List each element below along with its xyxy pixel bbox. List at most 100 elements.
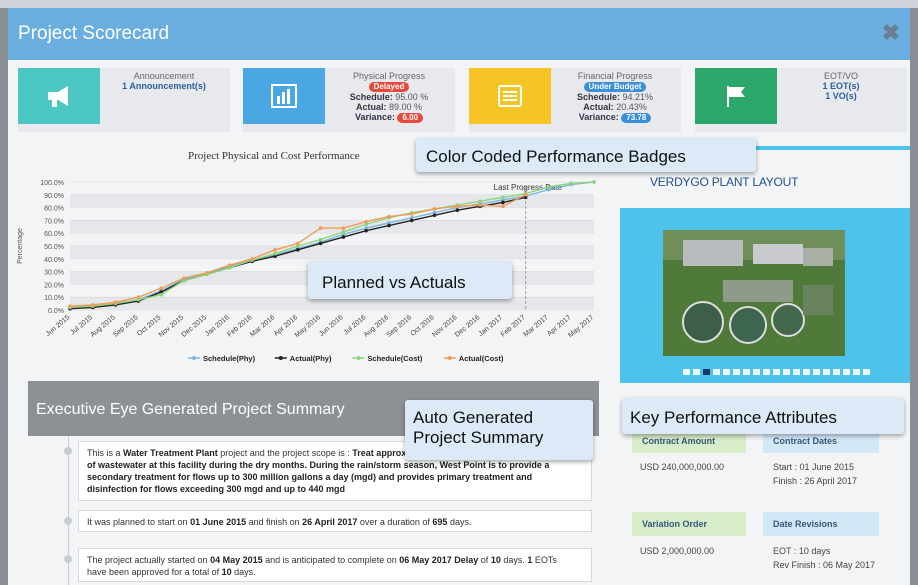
announcement-card[interactable]: Announcement 1 Announcement(s) <box>18 68 230 132</box>
x-tick-label: Jun 2015 <box>45 314 72 338</box>
physical-actual-label: Actual: <box>355 102 387 112</box>
auto-summary-line2: Project Summary <box>413 428 544 447</box>
eot-vo-title: EOT/VO <box>823 71 858 81</box>
timeline-dot <box>64 447 72 455</box>
variation-order-header: Variation Order <box>632 512 746 536</box>
kpa-callout: Key Performance Attributes <box>622 398 904 434</box>
y-tick-label: 90.0% <box>44 193 64 200</box>
announcement-count[interactable]: 1 Announcement(s) <box>104 81 224 91</box>
y-tick-label: 60.0% <box>44 231 64 238</box>
summary-text: The project actually started on <box>87 555 211 565</box>
contract-amount-value: USD 240,000,000.00 <box>640 462 725 472</box>
data-point <box>387 223 391 228</box>
revision-eot: EOT : 10 days <box>773 546 831 556</box>
slider-dot[interactable] <box>723 369 730 375</box>
y-tick-label: 50.0% <box>44 244 64 251</box>
data-point <box>592 180 596 184</box>
anticipated-finish: 06 May 2017 <box>399 555 452 565</box>
slider-dot[interactable] <box>813 369 820 375</box>
y-tick-label: 0.0% <box>48 308 64 315</box>
planned-duration: 695 <box>432 517 448 527</box>
data-point <box>409 212 414 216</box>
slider-dot[interactable] <box>753 369 760 375</box>
slider-dot[interactable] <box>863 369 870 375</box>
x-tick-label: May 2017 <box>567 314 595 339</box>
data-point <box>182 276 186 280</box>
legend-marker <box>192 356 196 360</box>
data-point <box>501 200 505 205</box>
data-point <box>478 203 482 207</box>
data-point <box>68 304 72 308</box>
summary-text: over a duration of <box>357 517 433 527</box>
slider-dot[interactable] <box>743 369 750 375</box>
physical-schedule: 95.00 % <box>395 92 429 102</box>
megaphone-icon <box>18 68 100 124</box>
x-tick-label: May 2016 <box>294 314 322 339</box>
slider-dot[interactable] <box>713 369 720 375</box>
x-tick-label: Sep 2016 <box>386 314 414 339</box>
contract-start: Start : 01 June 2015 <box>773 462 855 472</box>
scorecard-modal: Project Scorecard ✖ Announcement 1 Annou… <box>8 8 910 585</box>
slider-dot[interactable] <box>793 369 800 375</box>
summary-text: EOTs <box>532 555 557 565</box>
eot-count[interactable]: 1 EOT(s) <box>781 81 901 91</box>
summary-text: days. <box>231 567 256 577</box>
financial-schedule: 94.21% <box>622 92 654 102</box>
last-progress-label: Last Progress Date <box>494 183 563 192</box>
data-point <box>478 199 482 203</box>
data-point <box>546 185 551 189</box>
data-point <box>523 193 528 197</box>
data-point <box>204 271 209 275</box>
vo-count[interactable]: 1 VO(s) <box>781 91 901 101</box>
close-icon[interactable]: ✖ <box>882 20 900 46</box>
physical-progress-card[interactable]: Physical Progress Delayed Schedule: 95.0… <box>243 68 455 132</box>
summary-title: Executive Eye Generated Project Summary <box>36 401 345 418</box>
y-tick-label: 80.0% <box>44 206 64 213</box>
y-tick-label: 20.0% <box>44 282 64 289</box>
summary-actual-paragraph: The project actually started on 04 May 2… <box>78 548 592 582</box>
financial-schedule-label: Schedule: <box>576 92 620 102</box>
summary-text: It was planned to start on <box>87 517 191 527</box>
background-strip <box>0 0 918 8</box>
grid-band <box>70 220 594 234</box>
contract-finish: Finish : 26 April 2017 <box>773 476 858 486</box>
legend-label: Actual(Cost) <box>459 354 504 363</box>
slider-dot[interactable] <box>823 369 830 375</box>
slider-dot[interactable] <box>843 369 850 375</box>
badges-callout: Color Coded Performance Badges <box>416 138 756 172</box>
financial-title: Financial Progress <box>577 71 653 81</box>
slider-dot[interactable] <box>763 369 770 375</box>
slider-dot[interactable] <box>803 369 810 375</box>
plant-layout-title: VERDYGO PLANT LAYOUT <box>650 175 799 189</box>
financial-info: Financial Progress Under Budget Schedule… <box>555 71 675 123</box>
slider-dot[interactable] <box>693 369 700 375</box>
flag-icon <box>695 68 777 124</box>
eot-vo-card[interactable]: EOT/VO 1 EOT(s) 1 VO(s) <box>695 68 907 132</box>
financial-progress-card[interactable]: Financial Progress Under Budget Schedule… <box>469 68 681 132</box>
slider-dot[interactable] <box>683 369 690 375</box>
physical-variance-badge: 6.00 <box>397 113 424 123</box>
slider-dot[interactable] <box>733 369 740 375</box>
delay-days: 10 <box>490 555 501 565</box>
list-icon <box>469 68 551 124</box>
financial-variance-label: Variance: <box>578 112 619 122</box>
slider-dot[interactable] <box>773 369 780 375</box>
financial-actual-label: Actual: <box>583 102 614 112</box>
physical-status-badge: Delayed <box>368 82 410 92</box>
y-tick-label: 10.0% <box>44 295 64 302</box>
slider-dot[interactable] <box>783 369 790 375</box>
slider-dot[interactable] <box>853 369 860 375</box>
eot-days: 10 <box>221 567 232 577</box>
financial-status-badge: Under Budget <box>583 82 647 92</box>
timeline-dot <box>64 555 72 563</box>
auto-summary-callout: Auto Generated Project Summary <box>405 400 593 460</box>
data-point <box>341 226 346 230</box>
data-point <box>296 241 300 246</box>
slider-dot[interactable] <box>703 369 710 375</box>
delay-label: Delay <box>451 555 479 565</box>
auto-summary-line1: Auto Generated <box>413 408 534 427</box>
summary-text: and finish on <box>246 517 303 527</box>
slider-dot[interactable] <box>833 369 840 375</box>
data-point <box>432 207 437 211</box>
physical-variance-label: Variance: <box>354 112 395 122</box>
